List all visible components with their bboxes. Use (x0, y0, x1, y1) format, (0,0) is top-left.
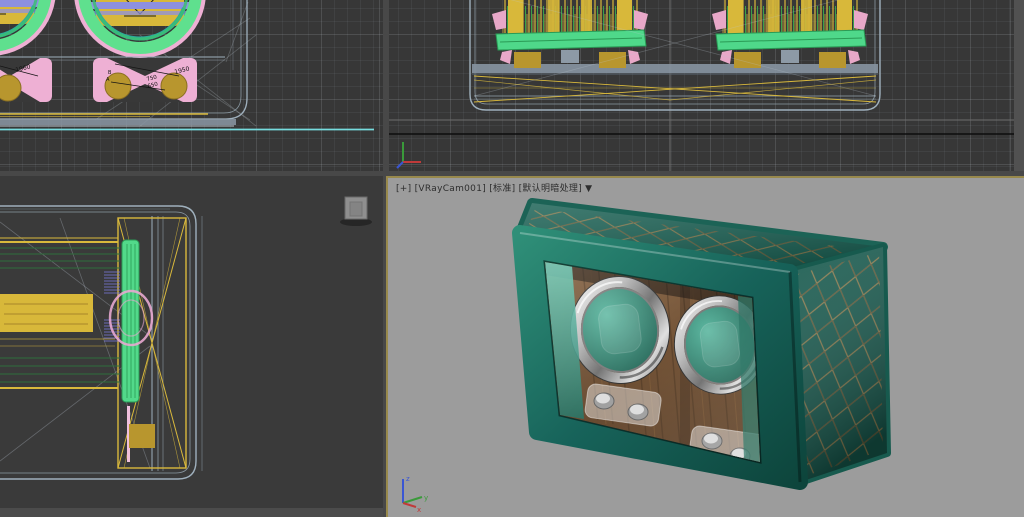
axis-x-label: x (417, 506, 421, 514)
axis-y-label: y (424, 494, 428, 502)
max-viewport-area: 1960 1950 750 650 B A (0, 0, 1024, 517)
window-edge (0, 508, 383, 517)
viewport-side-wireframe[interactable] (0, 176, 383, 517)
rendered-scene: z y x (388, 178, 1024, 517)
winder-coil-side[interactable] (122, 240, 139, 402)
winder-ring-right[interactable] (77, 0, 203, 55)
winder-ring-left[interactable] (0, 0, 53, 53)
viewport-label[interactable]: [+] [VRayCam001] [标准] [默认明暗处理] ▼ (396, 181, 592, 194)
winder-mechanism-right[interactable] (712, 0, 868, 68)
viewport-front-wireframe[interactable] (389, 0, 1014, 171)
olive-block (129, 424, 155, 448)
winder-mechanism-left[interactable] (492, 0, 648, 68)
top-wireframe-drawing: 1960 1950 750 650 B A (0, 0, 383, 171)
viewport-camera[interactable]: [+] [VRayCam001] [标准] [默认明暗处理] ▼ (386, 176, 1024, 517)
mark-text: B (108, 70, 112, 76)
mark-text: A (106, 77, 110, 83)
scene-object-icon[interactable] (340, 197, 372, 226)
viewport-top-wireframe[interactable]: 1960 1950 750 650 B A (0, 0, 383, 171)
axis-tripod-icon: z y x (403, 475, 428, 514)
case-bottom-band (0, 119, 236, 125)
front-wireframe-drawing (389, 0, 1014, 171)
watch-winder-box[interactable] (520, 203, 887, 482)
axis-tripod-icon (395, 138, 425, 172)
side-wireframe-drawing (0, 176, 383, 517)
axis-z-label: z (406, 475, 410, 483)
bracket-left[interactable]: 1960 (0, 58, 52, 102)
window-edge (1014, 0, 1024, 171)
bracket-center[interactable]: 1950 750 650 B A (93, 58, 197, 102)
